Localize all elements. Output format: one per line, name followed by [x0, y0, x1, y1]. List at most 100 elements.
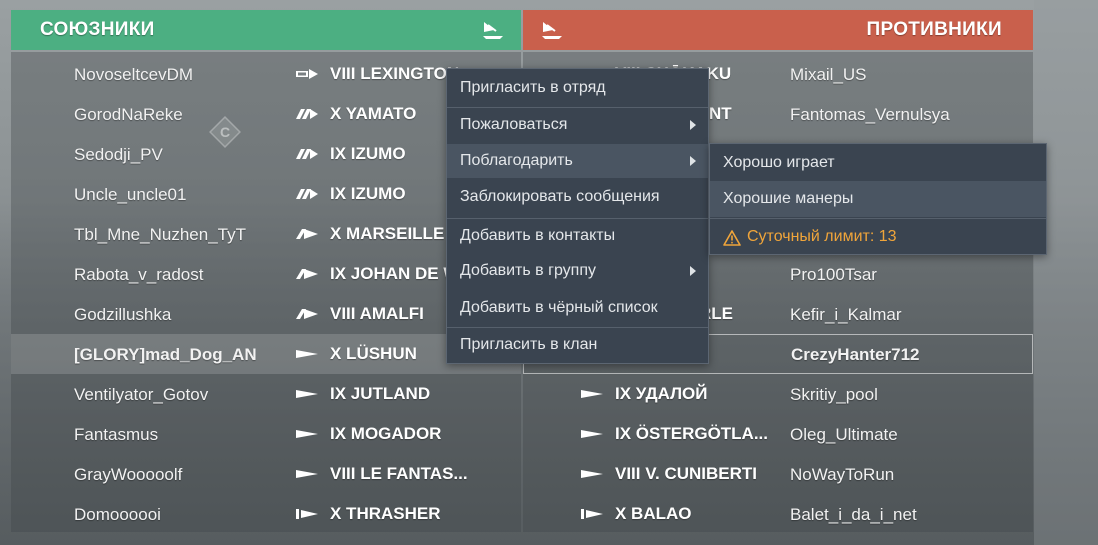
battleship-icon: [296, 149, 318, 159]
menu-item-label: Пожаловаться: [460, 116, 568, 133]
player-name: Mixail_US: [790, 65, 867, 84]
cruiser-icon: [296, 229, 318, 239]
ship-name: VIII AMALFI: [330, 304, 424, 323]
menu-item-label: Добавить в чёрный список: [460, 299, 658, 316]
menu-add-contacts[interactable]: Добавить в контакты: [447, 218, 708, 253]
ship-name: VIII LE FANTAS...: [330, 464, 468, 483]
player-row[interactable]: GorodNaReke X YAMATO: [11, 94, 521, 134]
player-name: Skritiy_pool: [790, 385, 878, 404]
submenu-item-label: Хорошо играет: [723, 154, 835, 171]
enemies-header: ПРОТИВНИКИ: [523, 10, 1033, 50]
player-name: Godzillushka: [74, 305, 172, 324]
player-name: NoWayToRun: [790, 465, 895, 484]
allies-list: NovoseltcevDM VIII LEXINGTON GorodNaReke…: [11, 52, 521, 532]
ship-name: VIII LEXINGTON: [330, 64, 460, 83]
ship-name: X YAMATO: [330, 104, 417, 123]
player-row[interactable]: Fantasmus IX MOGADOR: [11, 414, 521, 454]
destroyer-icon: [296, 390, 318, 398]
player-row[interactable]: Tbl_Mne_Nuzhen_TyT X MARSEILLE: [11, 214, 521, 254]
player-name: NovoseltcevDM: [74, 65, 194, 84]
player-row[interactable]: Sedodji_PV IX IZUMO: [11, 134, 521, 174]
enemies-title: ПРОТИВНИКИ: [866, 19, 1002, 40]
menu-item-label: Добавить в контакты: [460, 227, 616, 244]
player-name: Tbl_Mne_Nuzhen_TyT: [74, 225, 246, 244]
player-row[interactable]: Godzillushka VIII AMALFI: [11, 294, 521, 334]
ship-name: IX УДАЛОЙ: [615, 384, 708, 403]
menu-add-blacklist[interactable]: Добавить в чёрный список: [447, 291, 708, 325]
destroyer-icon: [296, 350, 318, 358]
side-shade: [1034, 0, 1098, 545]
player-name: GorodNaReke: [74, 105, 183, 124]
menu-add-group[interactable]: Добавить в группу: [447, 254, 708, 288]
chevron-right-icon: [690, 266, 696, 276]
allies-title: СОЮЗНИКИ: [40, 19, 155, 40]
ship-name: IX JOHAN DE WI: [330, 264, 465, 283]
ship-name: IX JUTLAND: [330, 384, 431, 403]
ship-name: X BALAO: [615, 504, 692, 523]
player-row[interactable]: GrayWooooolf VIII LE FANTAS...: [11, 454, 521, 494]
daily-limit-label: Суточный лимит: 13: [747, 228, 897, 245]
player-name: Pro100Tsar: [790, 265, 877, 284]
submenu-plays-well[interactable]: Хорошо играет: [710, 145, 1046, 181]
menu-invite-clan[interactable]: Пригласить в клан: [447, 327, 708, 362]
ship-name: X THRASHER: [330, 504, 441, 523]
menu-compliment[interactable]: Поблагодарить: [447, 144, 708, 178]
menu-item-label: Заблокировать сообщения: [460, 188, 660, 205]
ship-name: VIII V. CUNIBERTI: [615, 464, 758, 483]
submenu-good-manners[interactable]: Хорошие манеры: [710, 181, 1046, 217]
battleship-icon: [296, 189, 318, 199]
player-name: Kefir_i_Kalmar: [790, 305, 902, 324]
ship-name: X MARSEILLE: [330, 224, 445, 243]
player-row[interactable]: NovoseltcevDM VIII LEXINGTON: [11, 54, 521, 94]
carrier-icon: [296, 69, 318, 79]
player-name: Balet_i_da_i_net: [790, 505, 917, 524]
menu-report[interactable]: Пожаловаться: [447, 107, 708, 142]
player-row[interactable]: Uncle_uncle01 IX IZUMO: [11, 174, 521, 214]
battleship-icon: [296, 109, 318, 119]
player-name: Fantasmus: [74, 425, 159, 444]
submarine-icon: [296, 509, 318, 519]
ship-name: IX MOGADOR: [330, 424, 442, 443]
sort-ships-icon[interactable]: [480, 18, 506, 42]
player-row[interactable]: IX УДАЛОЙ Skritiy_pool: [523, 374, 1033, 414]
menu-block-messages[interactable]: Заблокировать сообщения: [447, 180, 708, 214]
player-name: Domoooooi: [74, 505, 161, 524]
player-row[interactable]: Ventilyator_Gotov IX JUTLAND: [11, 374, 521, 414]
player-row[interactable]: VIII V. CUNIBERTI NoWayToRun: [523, 454, 1033, 494]
capture-point-icon: C: [209, 116, 241, 148]
daily-limit-notice: Суточный лимит: 13: [710, 218, 1046, 255]
ship-name: X LÜSHUN: [330, 344, 417, 363]
player-name: [GLORY]mad_Dog_AN: [74, 345, 257, 364]
player-name: GrayWooooolf: [74, 465, 183, 484]
player-row[interactable]: IX ÖSTERGÖTLA... Oleg_Ultimate: [523, 414, 1033, 454]
allies-header: СОЮЗНИКИ: [11, 10, 521, 50]
player-row-selected[interactable]: [GLORY]mad_Dog_AN X LÜSHUN: [11, 334, 521, 374]
compliment-submenu: Хорошо играет Хорошие манеры Суточный ли…: [709, 143, 1047, 255]
player-name: Sedodji_PV: [74, 145, 163, 164]
destroyer-icon: [296, 430, 318, 438]
warning-icon: [723, 230, 741, 246]
player-row[interactable]: Rabota_v_radost IX JOHAN DE WI: [11, 254, 521, 294]
player-name: CrezyHanter712: [791, 345, 920, 364]
capture-point-label: C: [220, 124, 230, 140]
ship-name: IX IZUMO: [330, 144, 406, 163]
menu-item-label: Поблагодарить: [460, 152, 573, 169]
sort-ships-icon[interactable]: [539, 18, 565, 42]
player-name: Oleg_Ultimate: [790, 425, 898, 444]
submarine-icon: [581, 509, 603, 519]
player-row[interactable]: Domoooooi X THRASHER: [11, 494, 521, 534]
menu-item-label: Добавить в группу: [460, 262, 596, 279]
player-context-menu: Пригласить в отряд Пожаловаться Поблагод…: [446, 68, 709, 364]
chevron-right-icon: [690, 156, 696, 166]
ship-name-partial: NT: [709, 104, 732, 123]
menu-item-label: Пригласить в клан: [460, 336, 598, 353]
menu-invite-division[interactable]: Пригласить в отряд: [447, 71, 708, 105]
player-row[interactable]: X BALAO Balet_i_da_i_net: [523, 494, 1033, 534]
destroyer-icon: [581, 470, 603, 478]
player-name: Rabota_v_radost: [74, 265, 204, 284]
player-name: Ventilyator_Gotov: [74, 385, 209, 404]
player-name: Uncle_uncle01: [74, 185, 187, 204]
cruiser-icon: [296, 269, 318, 279]
player-name: Fantomas_Vernulsya: [790, 105, 950, 124]
ship-name: IX ÖSTERGÖTLA...: [615, 424, 769, 443]
